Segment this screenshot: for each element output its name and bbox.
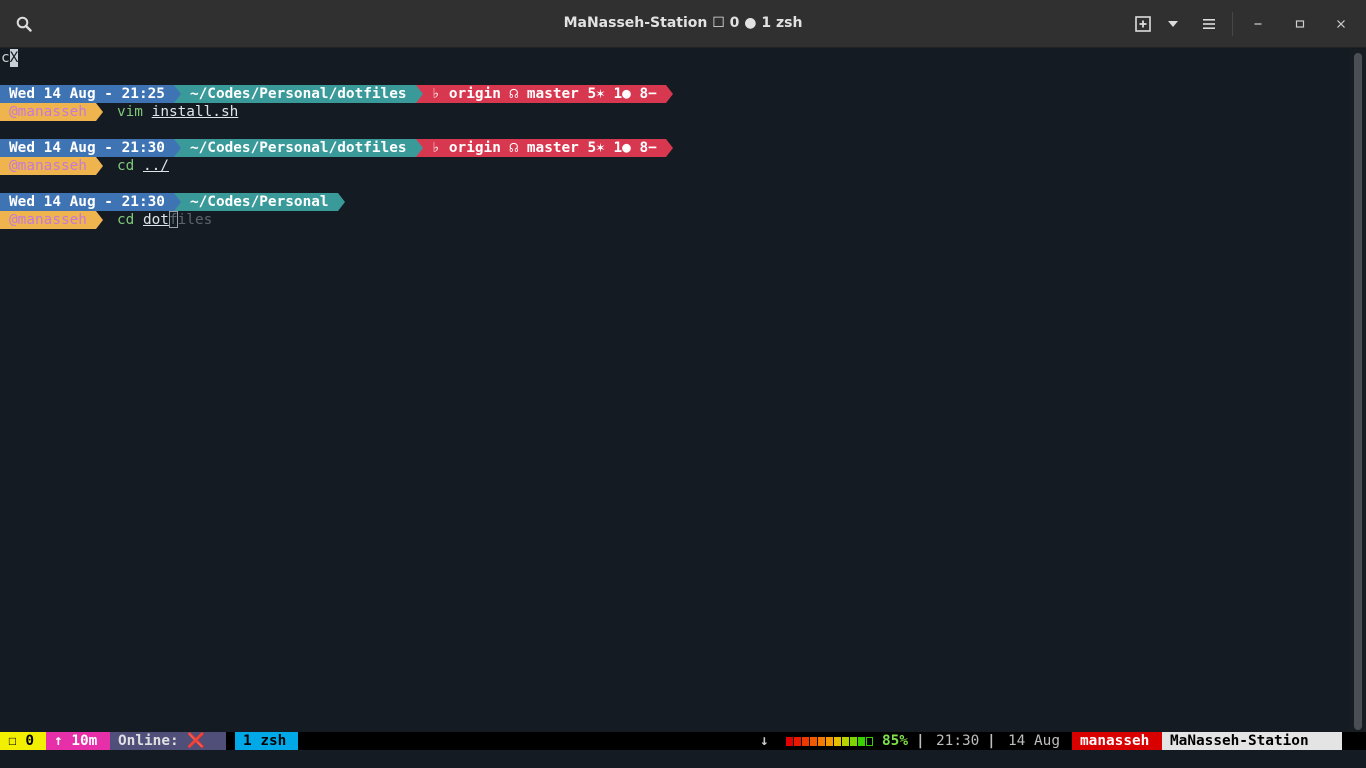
prompt-path-segment: ~/Codes/Personal/dotfiles: [180, 139, 416, 157]
prompt-user-segment: @manasseh: [0, 103, 96, 121]
status-window-count: ☐ 0: [0, 732, 46, 750]
segment-arrow-icon: [415, 85, 423, 103]
prompt-path-segment: ~/Codes/Personal: [180, 193, 338, 211]
prompt-command-line[interactable]: @manasseh cd dot files: [0, 211, 212, 229]
segment-arrow-icon: [173, 193, 181, 211]
command-name: cd: [116, 212, 135, 228]
prompt-status-line: Wed 14 Aug - 21:30 ~/Codes/Personal: [0, 193, 345, 211]
status-separator: |: [916, 733, 925, 749]
terminal-scrollbar[interactable]: [1349, 49, 1366, 732]
status-online-label: Online:: [118, 733, 179, 749]
command-name: vim: [116, 104, 143, 120]
prompt-command-line: @manasseh cd ../: [0, 157, 169, 175]
segment-arrow-icon: [95, 211, 103, 229]
prompt-git-segment: ♭ origin ☊ master 5✶ 1● 8−: [422, 85, 666, 103]
status-active-window[interactable]: 1 zsh: [235, 732, 298, 750]
download-arrow-icon: ↓: [760, 733, 769, 749]
minimize-icon[interactable]: [1244, 10, 1272, 38]
prompt-status-line: Wed 14 Aug - 21:30 ~/Codes/Personal/dotfi…: [0, 139, 673, 157]
status-uptime: ↑ 10m: [46, 732, 110, 750]
maximize-icon[interactable]: [1286, 10, 1314, 38]
prompt-date-segment: Wed 14 Aug - 21:30: [0, 193, 174, 211]
terminal-line: cX: [0, 49, 19, 67]
status-user: manasseh: [1072, 732, 1162, 750]
window-titlebar: MaNasseh-Station ☐ 0 ● 1 zsh: [0, 0, 1366, 48]
new-tab-icon[interactable]: [1129, 10, 1157, 38]
prompt-git-segment: ♭ origin ☊ master 5✶ 1● 8−: [422, 139, 666, 157]
autosuggestion-text: files: [168, 212, 213, 228]
status-separator: |: [987, 733, 996, 749]
segment-arrow-icon: [173, 85, 181, 103]
dropdown-icon[interactable]: [1159, 10, 1187, 38]
prompt-user-segment: @manasseh: [0, 157, 96, 175]
terminal-area[interactable]: cX Wed 14 Aug - 21:25 ~/Codes/Personal/do…: [0, 49, 1349, 732]
segment-arrow-icon: [95, 157, 103, 175]
command-name: cd: [116, 158, 135, 174]
prompt-date-segment: Wed 14 Aug - 21:25: [0, 85, 174, 103]
prompt-user-segment: @manasseh: [0, 211, 96, 229]
battery-meter: [786, 737, 874, 746]
prompt-command-line: @manasseh vim install.sh: [0, 103, 238, 121]
close-icon[interactable]: [1327, 10, 1355, 38]
prompt-path-segment: ~/Codes/Personal/dotfiles: [180, 85, 416, 103]
battery-percent: 85%: [882, 733, 908, 749]
prompt-date-segment: Wed 14 Aug - 21:30: [0, 139, 174, 157]
segment-arrow-icon: [415, 139, 423, 157]
segment-arrow-icon: [665, 139, 673, 157]
status-host: MaNasseh-Station: [1162, 732, 1342, 750]
command-argument: install.sh: [151, 104, 239, 120]
segment-arrow-icon: [173, 139, 181, 157]
segment-arrow-icon: [95, 103, 103, 121]
command-argument: dot: [142, 212, 169, 228]
terminal-bottom-padding: [0, 750, 1366, 768]
scrollbar-thumb[interactable]: [1354, 53, 1362, 730]
prompt-status-line: Wed 14 Aug - 21:25 ~/Codes/Personal/dotfi…: [0, 85, 673, 103]
segment-arrow-icon: [337, 193, 345, 211]
terminal-selection: X: [9, 49, 19, 67]
status-date: 14 Aug: [1008, 733, 1060, 749]
segment-arrow-icon: [665, 85, 673, 103]
hamburger-menu-icon[interactable]: [1195, 10, 1223, 38]
offline-cross-icon: ❌: [187, 733, 206, 749]
titlebar-separator: [1232, 12, 1233, 36]
status-online: Online: ❌: [110, 732, 226, 750]
tmux-status-bar: ☐ 0 ↑ 10m Online: ❌ 1 zsh ↓ 85% | 21:30 …: [0, 732, 1366, 750]
command-argument: ../: [142, 158, 169, 174]
terminal-text: c: [1, 50, 10, 66]
status-time: 21:30: [936, 733, 980, 749]
